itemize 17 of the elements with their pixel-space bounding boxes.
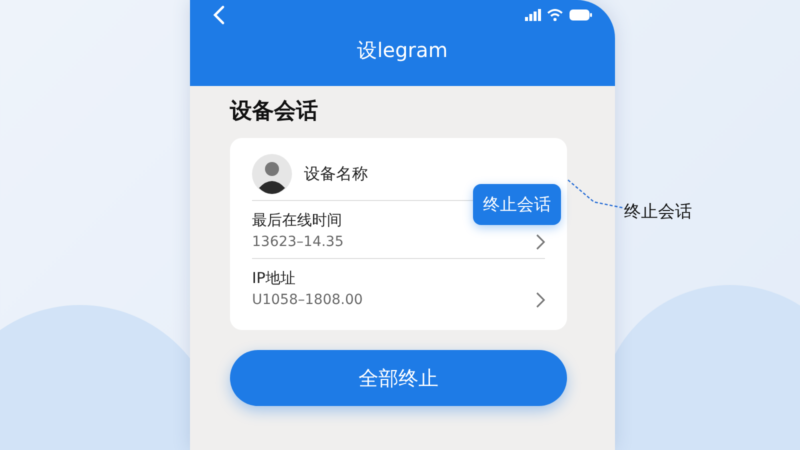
- avatar-icon: [252, 154, 292, 194]
- device-name: 设备名称: [304, 164, 368, 184]
- end-session-button[interactable]: 终止会话: [473, 184, 561, 225]
- battery-icon: [569, 9, 593, 21]
- page-title: 设备会话: [230, 98, 319, 126]
- row-value: U1058–1808.00: [252, 292, 363, 308]
- row-value: 13623–14.35: [252, 234, 344, 250]
- callout-label: 终止会话: [624, 201, 692, 223]
- row-label: IP地址: [252, 269, 296, 288]
- chevron-icon[interactable]: [536, 292, 545, 308]
- row-label: 最后在线时间: [252, 211, 343, 230]
- chevron-icon[interactable]: [536, 234, 545, 250]
- back-icon[interactable]: [212, 5, 226, 25]
- end-all-button[interactable]: 全部终止: [230, 350, 567, 406]
- wifi-icon: [547, 9, 563, 21]
- signal-icon: [525, 9, 541, 21]
- app-title: 设legram: [356, 37, 449, 64]
